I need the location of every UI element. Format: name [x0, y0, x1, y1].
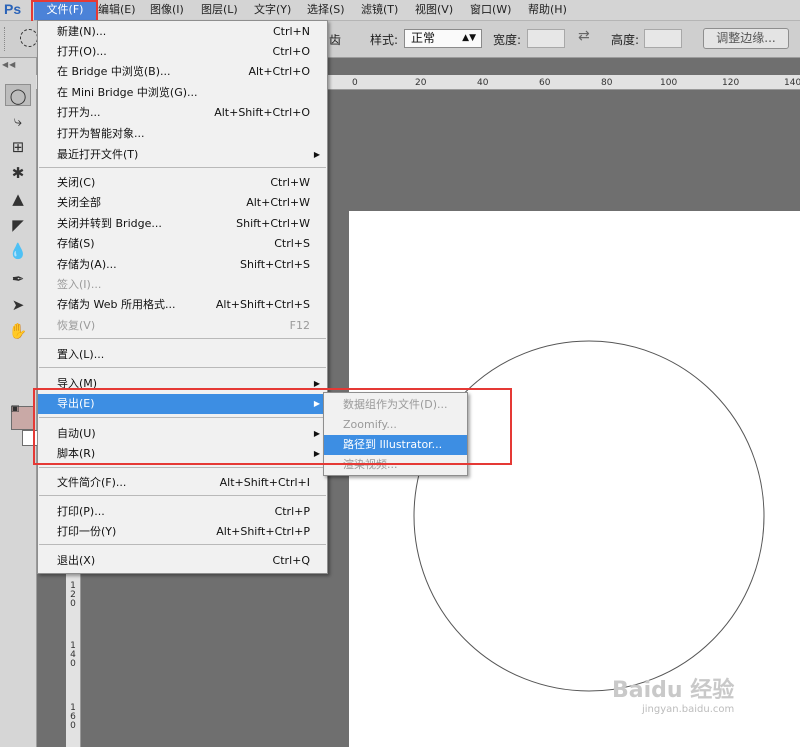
tools-panel: ◀◀ ◯ ⤷ ⊞ ✱ ▲ ◤ 💧 ✒ ➤ ✋ ▣: [0, 58, 38, 747]
submenu-item-zoomify: Zoomify...: [343, 418, 397, 431]
background-color-swatch[interactable]: [22, 430, 38, 446]
menu-item-open[interactable]: 打开(O)... Ctrl+O: [38, 42, 327, 62]
submenu-arrow-icon: ▶: [313, 429, 320, 438]
menu-item-place[interactable]: 置入(L)...: [38, 345, 327, 365]
ruler-tick: 120: [722, 78, 740, 88]
ruler-tick: 20: [415, 78, 427, 88]
submenu-arrow-icon: ▶: [313, 379, 320, 388]
crop-tool-icon[interactable]: ⊞: [5, 136, 31, 158]
menu-item-automate[interactable]: 自动(U) ▶: [38, 424, 327, 444]
stamp-tool-icon[interactable]: ▲: [5, 188, 31, 210]
elliptical-marquee-tool-icon[interactable]: ◯: [5, 84, 31, 106]
menu-item-close-all[interactable]: 关闭全部 Alt+Ctrl+W: [38, 193, 327, 213]
menu-separator: [39, 367, 326, 368]
eraser-tool-icon[interactable]: ◤: [5, 214, 31, 236]
lasso-tool-icon[interactable]: ⤷: [5, 110, 31, 132]
circle-path: [413, 340, 765, 692]
menu-item-save-for-web[interactable]: 存储为 Web 所用格式... Alt+Shift+Ctrl+S: [38, 295, 327, 315]
submenu-arrow-icon: ▶: [313, 399, 320, 408]
export-submenu: 数据组作为文件(D)... Zoomify... 路径到 Illustrator…: [323, 392, 468, 476]
menu-item-open-as[interactable]: 打开为... Alt+Shift+Ctrl+O: [38, 103, 327, 123]
antialias-label-partial: 齿: [329, 33, 342, 47]
ruler-tick: 1 4 0: [70, 641, 76, 669]
style-select-value: 正常: [411, 31, 436, 45]
submenu-item-render-video: 渲染视频...: [343, 458, 398, 471]
menu-layer[interactable]: 图层(L): [201, 0, 238, 20]
blur-tool-icon[interactable]: 💧: [5, 240, 31, 262]
elliptical-marquee-preset-icon[interactable]: [20, 29, 38, 47]
menu-item-export[interactable]: 导出(E) ▶: [38, 394, 327, 414]
ruler-tick: 0: [352, 78, 358, 88]
menu-item-save[interactable]: 存储(S) Ctrl+S: [38, 234, 327, 254]
height-input[interactable]: [644, 29, 682, 48]
menu-help[interactable]: 帮助(H): [528, 0, 567, 20]
swap-dimensions-icon[interactable]: ⇄: [578, 28, 590, 44]
menu-item-close[interactable]: 关闭(C) Ctrl+W: [38, 173, 327, 193]
menu-item-check-in: 签入(I)...: [57, 278, 102, 291]
menu-select[interactable]: 选择(S): [307, 0, 345, 20]
height-label: 高度:: [611, 33, 640, 47]
menu-separator: [39, 544, 326, 545]
menu-item-print[interactable]: 打印(P)... Ctrl+P: [38, 502, 327, 522]
menu-item-scripts[interactable]: 脚本(R) ▶: [38, 444, 327, 464]
baidu-watermark: Baidu 经验: [612, 678, 735, 703]
ruler-tick: 100: [660, 78, 678, 88]
menu-separator: [39, 338, 326, 339]
menu-edit[interactable]: 编辑(E): [98, 0, 136, 20]
menu-window[interactable]: 窗口(W): [470, 0, 511, 20]
hand-tool-icon[interactable]: ✋: [5, 320, 31, 342]
style-select[interactable]: 正常 ▲▼: [404, 29, 482, 48]
screen-mode-icon[interactable]: [6, 398, 26, 420]
ruler-tick: 140: [784, 78, 800, 88]
ruler-tick: 80: [601, 78, 613, 88]
pen-tool-icon[interactable]: ✒: [5, 268, 31, 290]
menu-filter[interactable]: 滤镜(T): [361, 0, 398, 20]
menu-item-browse-mini-bridge[interactable]: 在 Mini Bridge 中浏览(G)...: [38, 83, 327, 103]
path-selection-tool-icon[interactable]: ➤: [5, 294, 31, 316]
healing-brush-tool-icon[interactable]: ✱: [5, 162, 31, 184]
menu-item-exit[interactable]: 退出(X) Ctrl+Q: [38, 551, 327, 571]
style-label: 样式:: [370, 33, 399, 47]
submenu-arrow-icon: ▶: [313, 449, 320, 458]
options-bar-grip: [4, 27, 9, 51]
watermark-url: jingyan.baidu.com: [642, 704, 735, 715]
menu-item-browse-bridge[interactable]: 在 Bridge 中浏览(B)... Alt+Ctrl+O: [38, 62, 327, 82]
submenu-item-data-sets-as-files: 数据组作为文件(D)...: [343, 398, 448, 411]
panel-grip-icon: ◀◀: [2, 60, 17, 69]
menu-separator: [39, 167, 326, 168]
menu-item-revert: 恢复(V) F12: [57, 319, 310, 332]
ruler-tick: 60: [539, 78, 551, 88]
refine-edge-button[interactable]: 调整边缘...: [703, 28, 789, 49]
menu-item-import[interactable]: 导入(M) ▶: [38, 374, 327, 394]
menu-item-new[interactable]: 新建(N)... Ctrl+N: [38, 22, 327, 42]
menu-file[interactable]: 文件(F): [34, 0, 96, 20]
menu-item-file-info[interactable]: 文件简介(F)... Alt+Shift+Ctrl+I: [38, 473, 327, 493]
menu-bar: Ps 文件(F) 编辑(E) 图像(I) 图层(L) 文字(Y) 选择(S) 滤…: [0, 0, 800, 21]
width-label: 宽度:: [493, 33, 522, 47]
width-input[interactable]: [527, 29, 565, 48]
menu-view[interactable]: 视图(V): [415, 0, 453, 20]
file-menu-dropdown: 新建(N)... Ctrl+N 打开(O)... Ctrl+O 在 Bridge 中…: [37, 20, 328, 574]
menu-item-save-as[interactable]: 存储为(A)... Shift+Ctrl+S: [38, 255, 327, 275]
menu-separator: [39, 495, 326, 496]
menu-type[interactable]: 文字(Y): [254, 0, 291, 20]
photoshop-logo: Ps: [4, 1, 22, 17]
submenu-arrow-icon: ▶: [313, 150, 320, 159]
ruler-tick: 1 2 0: [70, 581, 76, 609]
menu-item-close-go-bridge[interactable]: 关闭并转到 Bridge... Shift+Ctrl+W: [38, 214, 327, 234]
menu-item-print-one-copy[interactable]: 打印一份(Y) Alt+Shift+Ctrl+P: [38, 522, 327, 542]
menu-item-open-smart-object[interactable]: 打开为智能对象...: [38, 124, 327, 144]
menu-image[interactable]: 图像(I): [150, 0, 184, 20]
ruler-tick: 1 6 0: [70, 703, 76, 731]
submenu-item-paths-to-illustrator[interactable]: 路径到 Illustrator...: [324, 435, 467, 455]
menu-item-recent-files[interactable]: 最近打开文件(T) ▶: [38, 145, 327, 165]
menu-separator: [39, 417, 326, 418]
up-down-arrow-icon: ▲▼: [462, 33, 476, 43]
menu-separator: [39, 467, 326, 468]
ruler-tick: 40: [477, 78, 489, 88]
